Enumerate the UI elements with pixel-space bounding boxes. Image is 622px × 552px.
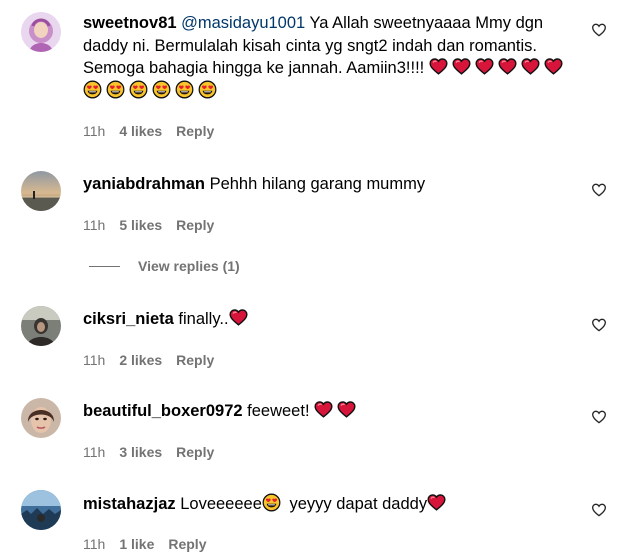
comment-text: mistahazjaz Loveeeeee yeyyy dapat daddy <box>83 493 583 516</box>
comment-meta: 11h 3 likes Reply <box>83 444 214 460</box>
comment-body: finally.. <box>178 310 229 328</box>
avatar[interactable] <box>21 490 61 530</box>
timestamp[interactable]: 11h <box>83 352 105 368</box>
avatar[interactable] <box>21 12 61 52</box>
heart-eyes-emoji <box>262 493 281 512</box>
like-heart-icon[interactable] <box>591 317 607 333</box>
username[interactable]: beautiful_boxer0972 <box>83 402 243 420</box>
likes-count[interactable]: 3 likes <box>119 444 162 460</box>
like-heart-icon[interactable] <box>591 502 607 518</box>
avatar[interactable] <box>21 398 61 438</box>
timestamp[interactable]: 11h <box>83 123 105 139</box>
comment-text: sweetnov81 @masidayu1001 Ya Allah sweetn… <box>83 12 583 102</box>
comment-body: Loveeeeee <box>180 495 262 513</box>
comment-body: feeweet! <box>247 402 310 420</box>
view-replies-label: View replies (1) <box>138 258 240 274</box>
avatar[interactable] <box>21 171 61 211</box>
red-heart-emoji <box>452 57 471 76</box>
comment-meta: 11h 5 likes Reply <box>83 217 214 233</box>
heart-eyes-emoji <box>175 80 194 99</box>
likes-count[interactable]: 4 likes <box>119 123 162 139</box>
comment-body-continued: yeyyy dapat daddy <box>289 495 428 513</box>
divider <box>89 265 120 267</box>
timestamp[interactable]: 11h <box>83 444 105 460</box>
heart-eyes-emoji <box>106 80 125 99</box>
red-heart-emoji <box>337 400 356 419</box>
heart-eyes-emoji <box>152 80 171 99</box>
red-heart-emoji <box>498 57 517 76</box>
red-heart-emoji <box>229 308 248 327</box>
username[interactable]: sweetnov81 <box>83 14 177 32</box>
comment-text: yaniabdrahman Pehhh hilang garang mummy <box>83 173 583 196</box>
heart-eyes-emoji <box>129 80 148 99</box>
heart-eyes-emoji <box>198 80 217 99</box>
username[interactable]: ciksri_nieta <box>83 310 174 328</box>
reply-button[interactable]: Reply <box>176 217 214 233</box>
red-heart-emoji <box>429 57 448 76</box>
red-heart-emoji <box>521 57 540 76</box>
like-heart-icon[interactable] <box>591 22 607 38</box>
username[interactable]: yaniabdrahman <box>83 175 205 193</box>
reply-button[interactable]: Reply <box>176 123 214 139</box>
comment-meta: 11h 4 likes Reply <box>83 123 214 139</box>
view-replies-button[interactable]: View replies (1) <box>89 258 240 274</box>
red-heart-emoji <box>427 493 446 512</box>
red-heart-emoji <box>475 57 494 76</box>
avatar[interactable] <box>21 306 61 346</box>
like-heart-icon[interactable] <box>591 409 607 425</box>
comment-text: ciksri_nieta finally.. <box>83 308 583 331</box>
reply-button[interactable]: Reply <box>176 352 214 368</box>
username[interactable]: mistahazjaz <box>83 495 176 513</box>
like-heart-icon[interactable] <box>591 182 607 198</box>
timestamp[interactable]: 11h <box>83 217 105 233</box>
likes-count[interactable]: 5 likes <box>119 217 162 233</box>
red-heart-emoji <box>314 400 333 419</box>
red-heart-emoji <box>544 57 563 76</box>
comment-meta: 11h 2 likes Reply <box>83 352 214 368</box>
heart-eyes-emoji <box>83 80 102 99</box>
comment-body: Pehhh hilang garang mummy <box>209 175 426 193</box>
likes-count[interactable]: 2 likes <box>119 352 162 368</box>
reply-button[interactable]: Reply <box>176 444 214 460</box>
comment-text: beautiful_boxer0972 feeweet! <box>83 400 583 423</box>
mention-link[interactable]: @masidayu1001 <box>181 14 305 32</box>
